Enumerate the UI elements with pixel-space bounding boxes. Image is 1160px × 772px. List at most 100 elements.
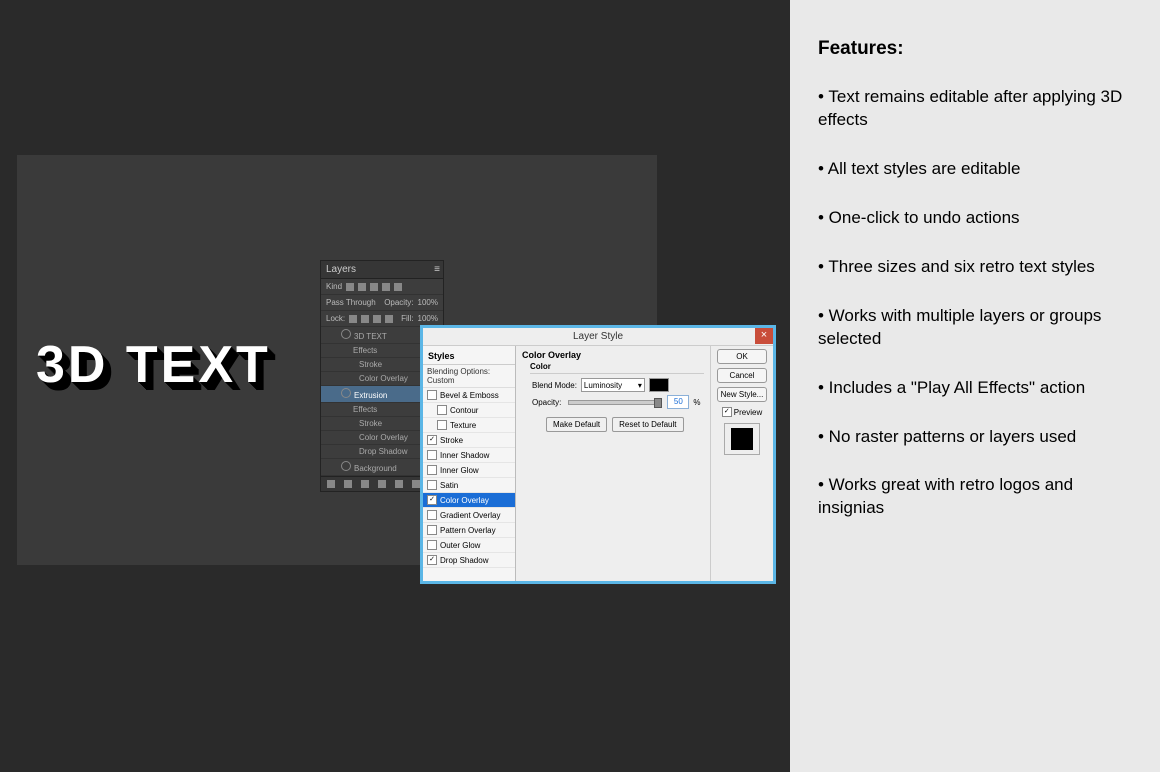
group-sub: Color bbox=[530, 362, 704, 374]
feature-item: • All text styles are editable bbox=[818, 158, 1134, 181]
filter-pixel-icon[interactable] bbox=[346, 283, 354, 291]
filter-smart-icon[interactable] bbox=[394, 283, 402, 291]
group-title: Color Overlay bbox=[522, 350, 704, 360]
features-sidebar: Features: • Text remains editable after … bbox=[790, 0, 1160, 772]
color-swatch[interactable] bbox=[649, 378, 669, 392]
preview-box bbox=[724, 423, 760, 455]
blend-mode-select[interactable]: Luminosity ▾ bbox=[581, 378, 645, 392]
opt-label: Pattern Overlay bbox=[440, 526, 496, 535]
layers-kind-row[interactable]: Kind bbox=[321, 279, 443, 295]
layer-label: Color Overlay bbox=[359, 433, 408, 442]
opt-texture[interactable]: Texture bbox=[423, 418, 515, 433]
fill-label: Fill: bbox=[401, 314, 413, 323]
lock-all-icon[interactable] bbox=[385, 315, 393, 323]
opt-outer-glow[interactable]: Outer Glow bbox=[423, 538, 515, 553]
opacity-slider[interactable] bbox=[568, 400, 660, 405]
preview-swatch bbox=[731, 428, 753, 450]
opacity-row: Opacity: 50 % bbox=[532, 395, 704, 409]
checkbox-icon[interactable] bbox=[437, 405, 447, 415]
opt-label: Satin bbox=[440, 481, 458, 490]
checkbox-icon[interactable] bbox=[427, 540, 437, 550]
lock-trans-icon[interactable] bbox=[349, 315, 357, 323]
lock-pos-icon[interactable] bbox=[373, 315, 381, 323]
features-heading: Features: bbox=[818, 38, 1134, 60]
group-icon[interactable] bbox=[395, 480, 403, 488]
panel-menu-icon[interactable]: ≡ bbox=[434, 264, 438, 275]
opt-contour[interactable]: Contour bbox=[423, 403, 515, 418]
layer-label: Effects bbox=[353, 405, 377, 414]
styles-list: Styles Blending Options: Custom Bevel & … bbox=[423, 346, 516, 581]
checkbox-icon[interactable] bbox=[427, 435, 437, 445]
opt-label: Inner Glow bbox=[440, 466, 479, 475]
styles-header[interactable]: Styles bbox=[423, 348, 515, 365]
filter-shape-icon[interactable] bbox=[382, 283, 390, 291]
lock-label: Lock: bbox=[326, 314, 345, 323]
cancel-button[interactable]: Cancel bbox=[717, 368, 767, 383]
lock-pixel-icon[interactable] bbox=[361, 315, 369, 323]
chevron-down-icon: ▾ bbox=[638, 381, 642, 390]
layer-label: Extrusion bbox=[354, 391, 387, 400]
opt-inner-shadow[interactable]: Inner Shadow bbox=[423, 448, 515, 463]
opt-satin[interactable]: Satin bbox=[423, 478, 515, 493]
close-icon[interactable]: × bbox=[755, 328, 773, 344]
blend-mode-label: Pass Through bbox=[326, 298, 376, 307]
feature-item: • One-click to undo actions bbox=[818, 207, 1134, 230]
dialog-actions: OK Cancel New Style... Preview bbox=[710, 346, 773, 581]
blending-options[interactable]: Blending Options: Custom bbox=[423, 365, 515, 388]
layers-title-label: Layers bbox=[326, 264, 356, 275]
visibility-icon[interactable] bbox=[341, 388, 351, 398]
adjustment-icon[interactable] bbox=[378, 480, 386, 488]
layer-label: Color Overlay bbox=[359, 374, 408, 383]
sample-3d-text[interactable]: 3D TEXT bbox=[36, 335, 271, 395]
new-icon[interactable] bbox=[412, 480, 420, 488]
opt-label: Gradient Overlay bbox=[440, 511, 500, 520]
workspace: 3D TEXT Layers ≡ Kind Pass Through Opaci… bbox=[0, 0, 790, 772]
style-settings: Color Overlay Color Blend Mode: Luminosi… bbox=[516, 346, 710, 581]
fx-icon[interactable] bbox=[344, 480, 352, 488]
checkbox-icon[interactable] bbox=[427, 465, 437, 475]
opt-label: Contour bbox=[450, 406, 478, 415]
make-default-button[interactable]: Make Default bbox=[546, 417, 607, 432]
preview-label: Preview bbox=[734, 408, 762, 417]
opt-color-overlay[interactable]: Color Overlay bbox=[423, 493, 515, 508]
opt-gradient-overlay[interactable]: Gradient Overlay bbox=[423, 508, 515, 523]
visibility-icon[interactable] bbox=[341, 329, 351, 339]
checkbox-icon[interactable] bbox=[427, 525, 437, 535]
checkbox-icon[interactable] bbox=[722, 407, 732, 417]
ok-button[interactable]: OK bbox=[717, 349, 767, 364]
blend-mode-value: Luminosity bbox=[584, 381, 622, 390]
opt-bevel-emboss[interactable]: Bevel & Emboss bbox=[423, 388, 515, 403]
checkbox-icon[interactable] bbox=[427, 480, 437, 490]
opacity-input[interactable]: 50 bbox=[667, 395, 689, 409]
opt-drop-shadow[interactable]: Drop Shadow bbox=[423, 553, 515, 568]
checkbox-icon[interactable] bbox=[427, 450, 437, 460]
opt-label: Stroke bbox=[440, 436, 463, 445]
opt-stroke[interactable]: Stroke bbox=[423, 433, 515, 448]
layer-label: Drop Shadow bbox=[359, 447, 407, 456]
preview-toggle[interactable]: Preview bbox=[722, 407, 762, 417]
opt-label: Inner Shadow bbox=[440, 451, 489, 460]
layers-panel-title[interactable]: Layers ≡ bbox=[321, 261, 443, 279]
checkbox-icon[interactable] bbox=[437, 420, 447, 430]
mask-icon[interactable] bbox=[361, 480, 369, 488]
checkbox-icon[interactable] bbox=[427, 390, 437, 400]
filter-adjust-icon[interactable] bbox=[358, 283, 366, 291]
opt-pattern-overlay[interactable]: Pattern Overlay bbox=[423, 523, 515, 538]
layer-label: Stroke bbox=[359, 419, 382, 428]
layer-label: 3D TEXT bbox=[354, 332, 387, 341]
feature-item: • Works great with retro logos and insig… bbox=[818, 474, 1134, 520]
visibility-icon[interactable] bbox=[341, 461, 351, 471]
new-style-button[interactable]: New Style... bbox=[717, 387, 767, 402]
blend-mode-row: Blend Mode: Luminosity▾ bbox=[532, 378, 704, 392]
reset-default-button[interactable]: Reset to Default bbox=[612, 417, 683, 432]
opt-inner-glow[interactable]: Inner Glow bbox=[423, 463, 515, 478]
checkbox-icon[interactable] bbox=[427, 555, 437, 565]
checkbox-icon[interactable] bbox=[427, 510, 437, 520]
feature-item: • Includes a "Play All Effects" action bbox=[818, 377, 1134, 400]
dialog-titlebar[interactable]: Layer Style × bbox=[423, 328, 773, 346]
opt-label: Drop Shadow bbox=[440, 556, 488, 565]
filter-type-icon[interactable] bbox=[370, 283, 378, 291]
link-icon[interactable] bbox=[327, 480, 335, 488]
layers-blend-row[interactable]: Pass Through Opacity: 100% bbox=[321, 295, 443, 311]
checkbox-icon[interactable] bbox=[427, 495, 437, 505]
